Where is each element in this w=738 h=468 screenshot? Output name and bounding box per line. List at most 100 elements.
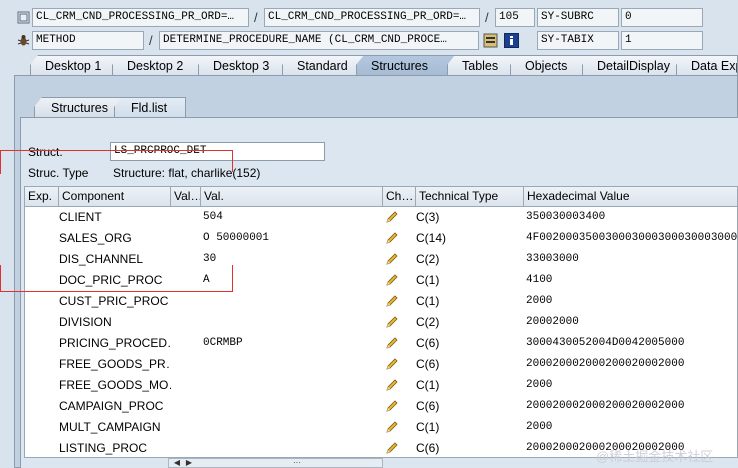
pencil-icon[interactable] (385, 294, 399, 308)
value-cell[interactable]: 30 (203, 249, 381, 270)
table-row[interactable]: CUST_PRIC_PROC C(1) 2000 (25, 291, 737, 312)
pencil-icon[interactable] (385, 399, 399, 413)
table-row[interactable]: FREE_GOODS_MO… C(1) 2000 (25, 375, 737, 396)
row-expander[interactable] (25, 207, 59, 228)
scroll-grip[interactable]: ··· (287, 459, 307, 467)
scroll-left-icon[interactable]: ◀ (171, 459, 183, 467)
table-row[interactable]: DIVISION C(2) 20002000 (25, 312, 737, 333)
variable-value-field[interactable]: 0 (621, 8, 703, 27)
column-header-exp[interactable]: Exp. (25, 187, 59, 207)
pencil-icon[interactable] (385, 357, 399, 371)
tab-data-explorer[interactable]: Data Exp (676, 55, 738, 76)
column-header-change[interactable]: Ch… (383, 187, 416, 207)
main-program-field[interactable]: CL_CRM_CND_PROCESSING_PR_ORD=… (32, 8, 249, 27)
struct-name-input[interactable]: LS_PRCPROC_DET (110, 142, 325, 161)
tab-desktop-3[interactable]: Desktop 3 (198, 55, 294, 76)
pencil-icon[interactable] (385, 231, 399, 245)
column-header-val[interactable]: Val. (201, 187, 383, 207)
technical-type-cell: C(6) (416, 336, 440, 350)
row-expander[interactable] (25, 375, 59, 396)
row-expander[interactable] (25, 228, 59, 249)
value-cell[interactable] (203, 417, 381, 438)
technical-type-cell: C(1) (416, 273, 440, 287)
event-type-field[interactable]: METHOD (32, 31, 144, 50)
technical-type-cell: C(1) (416, 294, 440, 308)
table-row[interactable]: CAMPAIGN_PROC C(6) 20002000200020002000200… (25, 396, 737, 417)
pencil-icon[interactable] (385, 210, 399, 224)
horizontal-scrollbar[interactable]: ◀ ▶ ··· (168, 458, 383, 468)
column-header-technical-type[interactable]: Technical Type (416, 187, 524, 207)
column-header-component[interactable]: Component (59, 187, 171, 207)
value-cell[interactable] (203, 291, 381, 312)
breakpoint-table-icon[interactable] (483, 33, 498, 48)
table-row[interactable]: FREE_GOODS_PR… C(6) 2000200020002000200020… (25, 354, 737, 375)
value-cell[interactable] (203, 396, 381, 417)
annotation-line (0, 150, 232, 151)
component-cell: FREE_GOODS_MO… (59, 378, 171, 392)
event-name-field[interactable]: DETERMINE_PROCEDURE_NAME (CL_CRM_CND_PRO… (159, 31, 479, 50)
value-cell[interactable]: A (203, 270, 381, 291)
grid-header: Exp. Component Val… Val. Ch… Technical T… (25, 187, 737, 207)
row-expander[interactable] (25, 354, 59, 375)
subtab-field-list[interactable]: Fld.list (114, 97, 186, 118)
table-row[interactable]: DOC_PRIC_PROC A C(1) 4100 (25, 270, 737, 291)
hex-value-cell: 4100 (526, 274, 553, 286)
header-row-program: CL_CRM_CND_PROCESSING_PR_ORD=… / CL_CRM_… (0, 8, 738, 28)
tab-desktop-2[interactable]: Desktop 2 (112, 55, 208, 76)
row-expander[interactable] (25, 333, 59, 354)
component-cell: LISTING_PROC (59, 441, 148, 455)
row-expander[interactable] (25, 291, 59, 312)
table-row[interactable]: MULT_CAMPAIGN C(1) 2000 (25, 417, 737, 438)
tab-detail-display[interactable]: DetailDisplay (582, 55, 686, 76)
info-icon[interactable] (504, 33, 519, 48)
value-cell[interactable]: O 50000001 (203, 228, 381, 249)
value-cell[interactable]: 0CRMBP (203, 333, 381, 354)
column-header-val-short[interactable]: Val… (171, 187, 201, 207)
scroll-right-icon[interactable]: ▶ (183, 459, 195, 467)
subtab-structures[interactable]: Structures (34, 97, 126, 118)
watermark: @稀土掘金技术社区 (596, 449, 714, 464)
separator: / (485, 10, 489, 25)
variable-value-field-2[interactable]: 1 (621, 31, 703, 50)
table-row[interactable]: DIS_CHANNEL 30 C(2) 33003000 (25, 249, 737, 270)
pencil-icon[interactable] (385, 441, 399, 455)
tab-structures[interactable]: Structures (356, 55, 456, 76)
column-header-hex-value[interactable]: Hexadecimal Value (524, 187, 737, 207)
value-cell[interactable] (203, 312, 381, 333)
row-expander[interactable] (25, 396, 59, 417)
separator: / (254, 10, 258, 25)
variable-name-field-2[interactable]: SY-TABIX (537, 31, 619, 50)
value-cell[interactable] (203, 354, 381, 375)
row-expander[interactable] (25, 249, 59, 270)
value-cell[interactable] (203, 438, 381, 457)
hex-value-cell: 200020002000200020002000 (526, 358, 685, 370)
include-field[interactable]: CL_CRM_CND_PROCESSING_PR_ORD=… (264, 8, 480, 27)
hex-value-cell: 200020002000200020002000 (526, 400, 685, 412)
component-cell: CAMPAIGN_PROC (59, 399, 164, 413)
row-expander[interactable] (25, 312, 59, 333)
desktop-tab-bar: Desktop 1 Desktop 2 Desktop 3 Standard S… (14, 55, 738, 76)
row-expander[interactable] (25, 270, 59, 291)
value-cell[interactable] (203, 375, 381, 396)
program-icon (17, 11, 30, 24)
pencil-icon[interactable] (385, 315, 399, 329)
line-number-field[interactable]: 105 (495, 8, 535, 27)
pencil-icon[interactable] (385, 252, 399, 266)
component-cell: CLIENT (59, 210, 102, 224)
row-expander[interactable] (25, 417, 59, 438)
value-cell[interactable]: 504 (203, 207, 381, 228)
pencil-icon[interactable] (385, 420, 399, 434)
struct-type-value: Structure: flat, charlike(152) (113, 166, 261, 180)
row-expander[interactable] (25, 438, 59, 457)
tab-desktop-1[interactable]: Desktop 1 (30, 55, 126, 76)
separator: / (149, 33, 153, 48)
variable-name-field[interactable]: SY-SUBRC (537, 8, 619, 27)
pencil-icon[interactable] (385, 378, 399, 392)
table-row[interactable]: PRICING_PROCED… 0CRMBP C(6) 3000430052004D0… (25, 333, 737, 354)
table-row[interactable]: SALES_ORG O 50000001 C(14) 4F00200035003000… (25, 228, 737, 249)
pencil-icon[interactable] (385, 336, 399, 350)
pencil-icon[interactable] (385, 273, 399, 287)
component-cell: SALES_ORG (59, 231, 132, 245)
table-row[interactable]: CLIENT 504 C(3) 350030003400 (25, 207, 737, 228)
technical-type-cell: C(2) (416, 252, 440, 266)
